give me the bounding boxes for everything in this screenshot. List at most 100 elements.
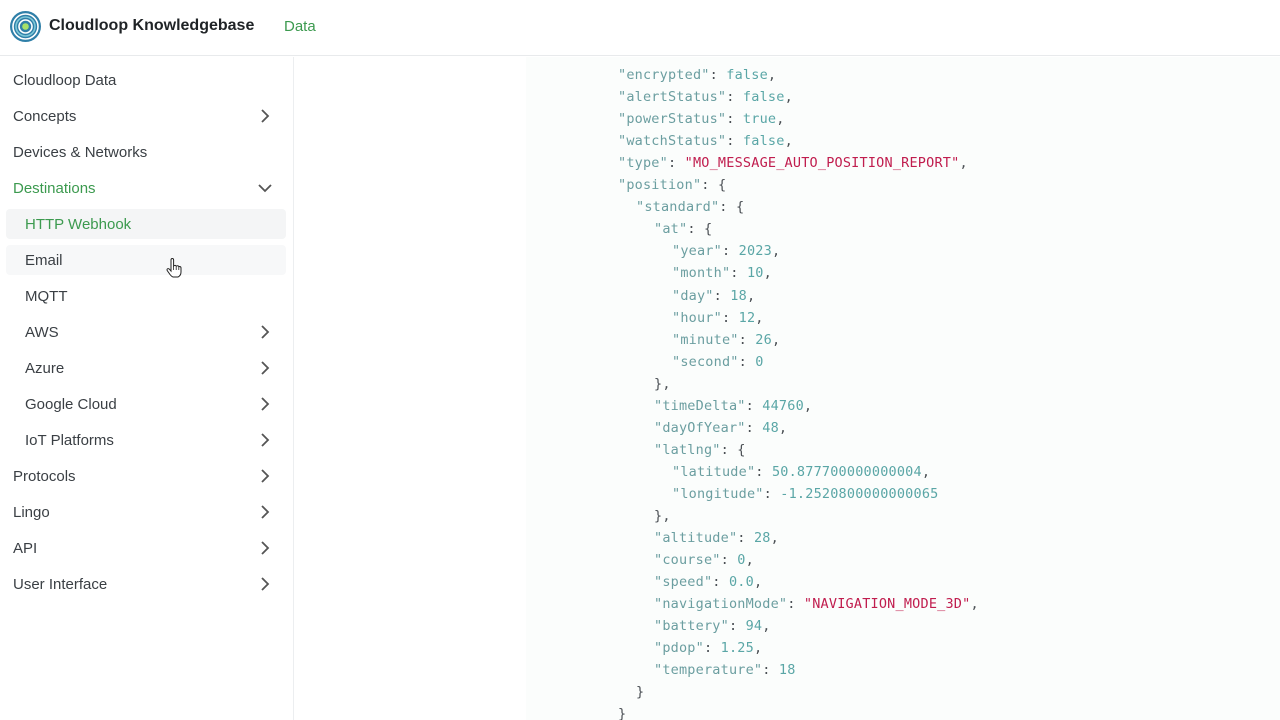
sidebar-item-label: AWS: [25, 323, 59, 341]
code-value: "NAVIGATION_MODE_3D": [803, 596, 971, 613]
chevron-right-icon[interactable]: [258, 109, 272, 123]
code-line: "navigationMode": "NAVIGATION_MODE_3D",: [654, 596, 979, 612]
code-punct: ,: [921, 463, 931, 480]
code-punct: :: [701, 177, 718, 194]
code-value: 0: [737, 552, 746, 569]
code-value: {: [717, 177, 727, 194]
code-punct: :: [721, 309, 739, 326]
code-key: "at": [654, 221, 688, 238]
code-punct: :: [703, 640, 721, 657]
code-punct: ,: [771, 331, 781, 348]
code-punct: ,: [959, 155, 968, 172]
nav-link-data[interactable]: Data: [284, 18, 316, 35]
code-key: "timeDelta": [654, 397, 746, 414]
code-punct: :: [712, 574, 729, 591]
sidebar-item-label: Protocols: [13, 467, 76, 485]
chevron-right-icon[interactable]: [258, 361, 272, 375]
code-value: 26: [755, 331, 772, 348]
code-punct: :: [721, 243, 739, 260]
code-punct: ,: [784, 89, 793, 106]
code-key: "day": [672, 287, 714, 304]
code-line: "longitude": -1.2520800000000065: [672, 486, 939, 502]
code-value: 50.877700000000004: [771, 463, 922, 480]
sidebar-item-aws[interactable]: AWS: [6, 317, 286, 347]
chevron-right-icon[interactable]: [258, 325, 272, 339]
code-value: {: [703, 221, 713, 238]
code-line: "at": {: [654, 221, 712, 237]
code-punct: ,: [778, 419, 788, 436]
code-line: "minute": 26,: [672, 332, 780, 348]
sidebar-item-label: Devices & Networks: [13, 143, 148, 161]
code-value: 48: [762, 419, 779, 436]
code-line: "battery": 94,: [654, 618, 771, 634]
sidebar-item-protocols[interactable]: Protocols: [6, 461, 286, 491]
code-punct: ,: [970, 596, 979, 613]
sidebar-item-devices-networks[interactable]: Devices & Networks: [6, 137, 286, 167]
code-value: 18: [778, 662, 796, 679]
sidebar-item-google-cloud[interactable]: Google Cloud: [6, 389, 286, 419]
sidebar-item-concepts[interactable]: Concepts: [6, 101, 286, 131]
sidebar-item-label: MQTT: [25, 287, 68, 305]
code-key: "altitude": [654, 530, 738, 547]
sidebar-item-http-webhook[interactable]: HTTP Webhook: [6, 209, 286, 239]
code-value: 0: [755, 353, 764, 370]
sidebar-item-mqtt[interactable]: MQTT: [6, 281, 286, 311]
chevron-right-icon[interactable]: [258, 505, 272, 519]
code-punct: :: [755, 463, 772, 480]
code-line: "latitude": 50.877700000000004,: [672, 464, 930, 480]
code-value: false: [742, 133, 785, 150]
brand-title[interactable]: Cloudloop Knowledgebase: [49, 17, 254, 35]
code-key: "position": [618, 177, 702, 194]
chevron-down-icon[interactable]: [258, 181, 272, 195]
code-punct: ,: [755, 309, 764, 326]
code-key: "minute": [672, 331, 739, 348]
code-value: 0.0: [728, 574, 754, 591]
code-key: "pdop": [654, 640, 704, 657]
sidebar-item-api[interactable]: API: [6, 533, 286, 563]
code-line: "second": 0: [672, 354, 764, 370]
code-line: "day": 18,: [672, 288, 755, 304]
chevron-right-icon[interactable]: [258, 577, 272, 591]
code-value: false: [742, 89, 785, 106]
sidebar-item-user-interface[interactable]: User Interface: [6, 569, 286, 599]
code-key: "powerStatus": [618, 111, 727, 128]
chevron-right-icon[interactable]: [258, 541, 272, 555]
code-line: "speed": 0.0,: [654, 574, 762, 590]
code-line: "altitude": 28,: [654, 530, 779, 546]
code-value: 10: [746, 265, 764, 282]
sidebar-item-lingo[interactable]: Lingo: [6, 497, 286, 527]
sidebar-item-iot-platforms[interactable]: IoT Platforms: [6, 425, 286, 455]
sidebar-item-label: Lingo: [13, 503, 50, 521]
sidebar-item-label: Email: [25, 251, 63, 269]
code-key: "standard": [636, 199, 720, 216]
chevron-right-icon[interactable]: [258, 433, 272, 447]
code-line: "standard": {: [636, 199, 744, 215]
code-key: "alertStatus": [618, 89, 727, 106]
sidebar-item-destinations[interactable]: Destinations: [6, 173, 286, 203]
code-line: }: [618, 706, 626, 720]
code-value: "MO_MESSAGE_AUTO_POSITION_REPORT": [684, 155, 960, 172]
sidebar-item-azure[interactable]: Azure: [6, 353, 286, 383]
code-line: "temperature": 18: [654, 662, 796, 678]
code-punct: :: [720, 441, 738, 458]
chevron-right-icon[interactable]: [258, 469, 272, 483]
code-key: "hour": [672, 309, 722, 326]
code-punct: ,: [745, 552, 754, 569]
sidebar-item-cloudloop-data[interactable]: Cloudloop Data: [6, 65, 286, 95]
cloudloop-logo-icon[interactable]: [9, 10, 42, 43]
code-key: "battery": [654, 618, 729, 635]
sidebar-item-email[interactable]: Email: [6, 245, 286, 275]
sidebar-item-label: User Interface: [13, 575, 108, 593]
code-line: "hour": 12,: [672, 310, 764, 326]
chevron-right-icon[interactable]: [258, 397, 272, 411]
code-line: "watchStatus": false,: [618, 133, 793, 149]
code-line: "latlng": {: [654, 442, 746, 458]
code-value: }: [618, 706, 627, 720]
code-key: "month": [672, 265, 731, 282]
code-key: "temperature": [654, 662, 763, 679]
code-key: "latlng": [654, 441, 721, 458]
top-bar: Cloudloop Knowledgebase Data: [0, 0, 1280, 56]
sidebar: Cloudloop Data Concepts Devices & Networ…: [0, 57, 294, 720]
code-key: "type": [618, 155, 668, 172]
code-line: "position": {: [618, 177, 726, 193]
